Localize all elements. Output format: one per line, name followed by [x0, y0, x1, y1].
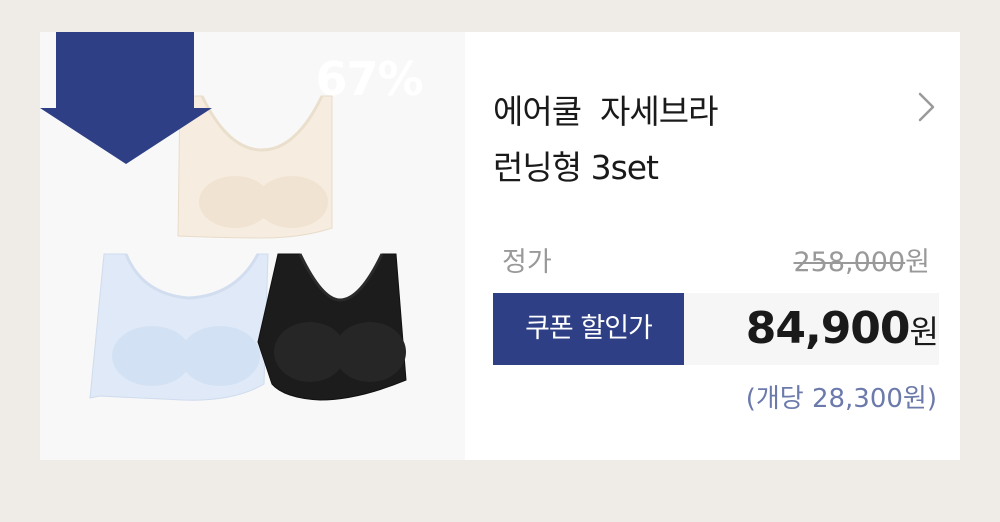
product-title-line2[interactable]: 런닝형 3set — [493, 140, 893, 196]
product-card[interactable]: 67% 에어쿨 자세브라 런닝형 3set 정가 258,000원 쿠폰 할인가… — [40, 32, 960, 460]
coupon-price-value: 84,900 — [745, 303, 911, 354]
per-unit-price: (개당 28,300원) — [745, 384, 937, 414]
list-price-unit: 원 — [905, 247, 930, 278]
list-price: 258,000원 — [794, 240, 931, 279]
light-blue-bra — [89, 253, 269, 401]
black-bra — [257, 253, 407, 401]
list-price-value: 258,000 — [793, 247, 906, 278]
discount-badge: 67% — [315, 52, 423, 106]
coupon-price-row: 쿠폰 할인가 84,900원 — [493, 293, 939, 365]
list-price-label: 정가 — [502, 247, 552, 278]
product-title[interactable]: 에어쿨 자세브라 런닝형 3set — [493, 84, 893, 196]
coupon-price-unit: 원 — [909, 313, 939, 351]
chevron-right-icon[interactable] — [911, 90, 941, 124]
coupon-price: 84,900원 — [746, 299, 939, 359]
product-title-line1[interactable]: 에어쿨 자세브라 — [493, 84, 893, 140]
coupon-label: 쿠폰 할인가 — [493, 293, 684, 365]
down-arrow-badge-icon — [40, 32, 212, 164]
product-image[interactable]: 67% — [40, 32, 465, 460]
